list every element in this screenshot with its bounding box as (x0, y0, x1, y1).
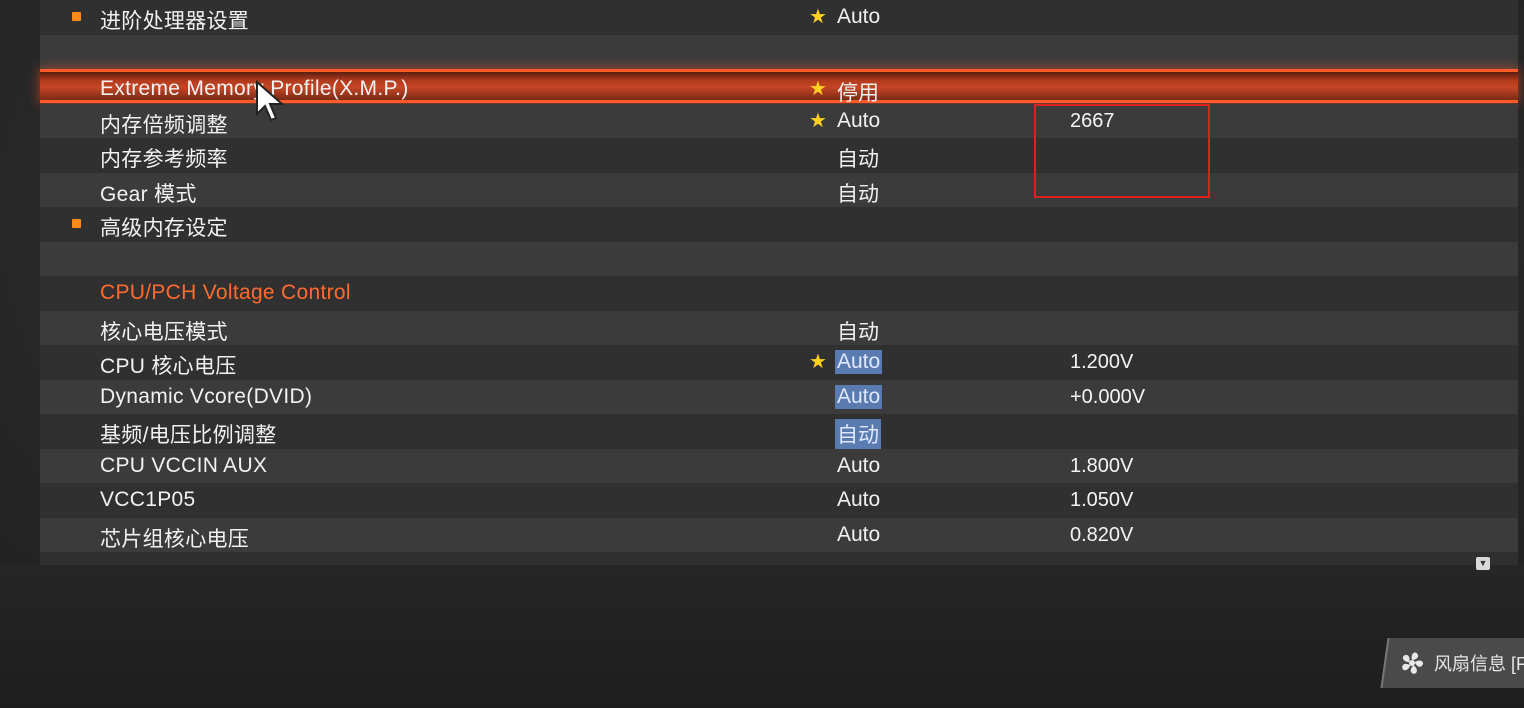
setting-label: VCC1P05 (100, 488, 196, 511)
setting-label: 基频/电压比例调整 (100, 424, 277, 447)
setting-value[interactable]: ★ Auto (809, 350, 935, 374)
setting-label: 内存倍频调整 (100, 113, 228, 137)
annotation-highlight-box (1034, 104, 1210, 198)
setting-label: 核心电压模式 (100, 320, 228, 344)
spacer-row (40, 34, 1518, 69)
setting-row[interactable]: Dynamic Vcore(DVID) Auto +0.000V (40, 379, 1518, 414)
setting-value-text: Auto (835, 350, 883, 374)
setting-row[interactable]: CPU VCCIN AUX Auto 1.800V (40, 448, 1518, 483)
setting-row[interactable]: 芯片组核心电压 Auto 0.820V (40, 517, 1518, 552)
star-icon: ★ (809, 78, 827, 100)
current-reading: 1.800V (1070, 454, 1134, 477)
setting-value[interactable]: ★ Auto (809, 108, 935, 133)
setting-value-text: 自动 (837, 182, 879, 206)
setting-label: CPU 核心电压 (100, 355, 237, 378)
setting-value[interactable]: 自动 (835, 419, 935, 449)
setting-row[interactable]: 核心电压模式 自动 (40, 310, 1518, 346)
setting-label: 芯片组核心电压 (100, 527, 250, 551)
fan-info-button[interactable]: 风扇信息 [F (1398, 646, 1524, 680)
setting-value-text: 自动 (837, 320, 879, 344)
setting-value[interactable]: Auto (835, 523, 935, 547)
setting-value-text: Auto (837, 5, 881, 28)
setting-value[interactable]: ★ Auto (809, 5, 935, 29)
setting-row[interactable]: 进阶处理器设置 ★ Auto (40, 0, 1518, 34)
setting-row[interactable]: 高级内存设定 (40, 207, 1518, 241)
setting-value[interactable]: 自动 (835, 178, 935, 208)
submenu-bullet-icon (72, 219, 81, 228)
fan-info-label: 风扇信息 [F (1434, 654, 1524, 674)
fan-icon (1402, 652, 1424, 674)
setting-value-text: Auto (837, 522, 881, 546)
current-reading: 1.050V (1070, 489, 1134, 511)
setting-row[interactable]: VCC1P05 Auto 1.050V (40, 483, 1518, 517)
setting-value-text: Auto (837, 108, 881, 132)
star-icon: ★ (809, 6, 827, 28)
section-title: CPU/PCH Voltage Control (100, 281, 351, 304)
star-icon: ★ (809, 351, 827, 373)
spacer-row (40, 241, 1518, 276)
setting-label: 进阶处理器设置 (100, 10, 250, 33)
setting-value[interactable]: 自动 (835, 143, 935, 173)
setting-value-text: 自动 (837, 148, 879, 171)
submenu-bullet-icon (72, 12, 81, 21)
setting-row[interactable]: 内存参考频率 自动 (40, 138, 1518, 172)
scroll-down-icon[interactable]: ▼ (1476, 557, 1490, 570)
current-reading: 0.820V (1070, 523, 1134, 546)
setting-value-text: 停用 (837, 82, 879, 105)
setting-value-text: Auto (837, 453, 881, 477)
setting-value[interactable]: Auto (835, 454, 935, 478)
setting-label: 内存参考频率 (100, 148, 228, 171)
setting-value[interactable]: Auto (835, 384, 935, 409)
setting-label: Dynamic Vcore(DVID) (100, 384, 313, 408)
setting-value[interactable]: ★ 停用 (809, 77, 935, 107)
star-icon: ★ (809, 109, 827, 132)
setting-value-text: Auto (837, 488, 881, 511)
current-reading: 1.200V (1070, 351, 1134, 373)
mouse-cursor-icon (256, 80, 285, 122)
setting-label: CPU VCCIN AUX (100, 453, 268, 477)
bottom-area (0, 565, 1524, 708)
setting-row[interactable]: Gear 模式 自动 (40, 172, 1518, 208)
bios-screen: 进阶处理器设置 ★ Auto Extreme Memory Profile(X.M.P… (0, 0, 1524, 708)
section-header: CPU/PCH Voltage Control (40, 276, 1518, 310)
setting-value-text: 自动 (835, 419, 881, 449)
setting-row[interactable]: CPU 核心电压 ★ Auto 1.200V (40, 345, 1518, 379)
current-reading: +0.000V (1070, 385, 1146, 408)
setting-value-text: Auto (835, 384, 883, 409)
setting-label: 高级内存设定 (100, 217, 228, 240)
setting-label: Gear 模式 (100, 182, 197, 206)
setting-value[interactable]: Auto (835, 488, 935, 512)
setting-row[interactable]: 基频/电压比例调整 自动 (40, 414, 1518, 449)
setting-value[interactable]: 自动 (835, 316, 935, 346)
